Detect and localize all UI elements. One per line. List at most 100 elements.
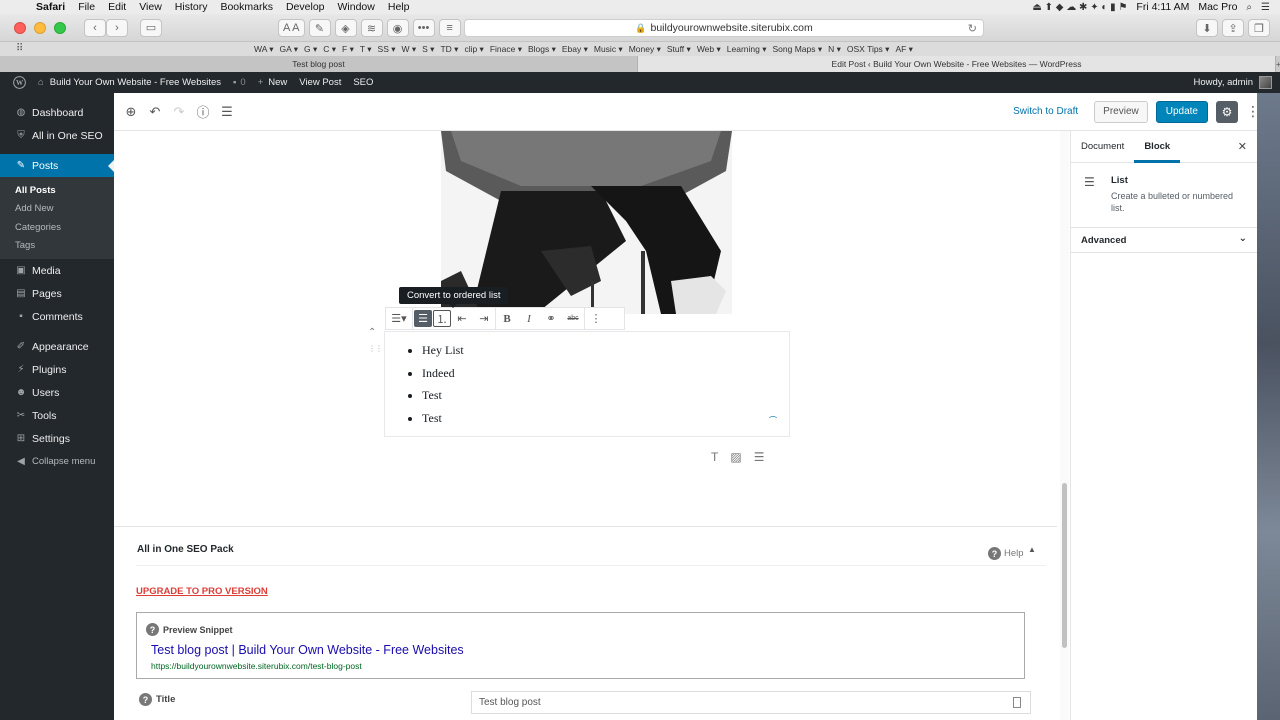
block-switcher-icon[interactable]: ☰▾: [386, 308, 412, 329]
favorite-item[interactable]: GA ▾: [280, 44, 298, 55]
sidebar-item-settings[interactable]: ⊞ Settings: [0, 427, 114, 450]
wordpress-logo-icon[interactable]: W: [8, 76, 30, 90]
admin-site-link[interactable]: ⌂ Build Your Own Website - Free Websites: [38, 77, 221, 88]
reload-icon[interactable]: ↻: [968, 22, 977, 35]
sidebar-item-dashboard[interactable]: ◍ Dashboard: [0, 101, 114, 124]
sidebar-item-collapse[interactable]: ◀ Collapse menu: [0, 450, 114, 473]
undo-icon[interactable]: ↶: [143, 100, 167, 124]
submenu-all-posts[interactable]: All Posts: [0, 181, 114, 200]
menu-edit[interactable]: Edit: [108, 1, 135, 13]
menu-window[interactable]: Window: [338, 1, 384, 13]
block-navigation-icon[interactable]: ☰: [215, 100, 239, 124]
favorite-item[interactable]: S ▾: [422, 44, 434, 55]
admin-seo[interactable]: SEO: [353, 77, 373, 88]
submenu-add-new[interactable]: Add New: [0, 200, 114, 219]
outdent-icon[interactable]: ⇤: [451, 308, 473, 329]
close-window-icon[interactable]: [14, 21, 26, 34]
drag-handle-icon[interactable]: ⋮⋮: [368, 344, 383, 353]
sidebar-item-posts[interactable]: ✎ Posts: [0, 154, 114, 177]
favorite-item[interactable]: OSX Tips ▾: [847, 44, 890, 55]
switch-to-draft-button[interactable]: Switch to Draft: [1005, 106, 1086, 117]
update-button[interactable]: Update: [1155, 100, 1208, 123]
menu-app-safari[interactable]: Safari: [36, 1, 74, 13]
preview-button[interactable]: Preview: [1094, 100, 1148, 123]
tab-document[interactable]: Document: [1071, 131, 1134, 163]
paragraph-block-icon[interactable]: T: [711, 450, 718, 464]
favorite-item[interactable]: Learning ▾: [727, 44, 767, 55]
download-icon[interactable]: ⬇: [1196, 19, 1218, 37]
add-block-icon[interactable]: ⊕: [119, 100, 143, 124]
sidebar-item-media[interactable]: ▣ Media: [0, 259, 114, 282]
strikethrough-icon[interactable]: abc: [562, 308, 584, 329]
forward-icon[interactable]: ›: [106, 18, 128, 37]
zoom-window-icon[interactable]: [54, 21, 66, 34]
submenu-tags[interactable]: Tags: [0, 237, 114, 256]
sidebar-item-pages[interactable]: ▤ Pages: [0, 282, 114, 305]
menu-view[interactable]: View: [139, 1, 171, 13]
submenu-categories[interactable]: Categories: [0, 218, 114, 237]
favorite-item[interactable]: Ebay ▾: [562, 44, 588, 55]
favorite-item[interactable]: Finace ▾: [490, 44, 522, 55]
list-item[interactable]: Test: [422, 411, 789, 434]
favorite-item[interactable]: WA ▾: [254, 44, 274, 55]
question-icon[interactable]: ?: [139, 693, 152, 706]
new-tab-icon[interactable]: +: [1276, 56, 1280, 72]
link-icon[interactable]: ⚭: [540, 308, 562, 329]
status-icons[interactable]: ⏏ ⬆ ◆ ☁ ✱ ✦ ◐ ▮ ⚑: [1032, 2, 1127, 13]
tab-edit-post[interactable]: Edit Post ‹ Build Your Own Website - Fre…: [638, 56, 1276, 72]
menu-history[interactable]: History: [175, 1, 217, 13]
pen-icon[interactable]: ✎: [308, 19, 331, 37]
favorite-item[interactable]: TD ▾: [440, 44, 458, 55]
admin-comments[interactable]: ▪ 0: [233, 77, 246, 88]
list-item[interactable]: Test: [422, 388, 789, 411]
list-item[interactable]: Indeed: [422, 366, 789, 389]
favorite-item[interactable]: Money ▾: [629, 44, 661, 55]
favorite-item[interactable]: Blogs ▾: [528, 44, 556, 55]
list-block[interactable]: Hey List Indeed Test Test ⌒: [384, 331, 790, 437]
favorite-item[interactable]: F ▾: [342, 44, 354, 55]
image-block-icon[interactable]: ▨: [730, 450, 741, 464]
reader-icon[interactable]: ≡: [438, 19, 461, 37]
block-more-options-icon[interactable]: ⋮: [585, 308, 607, 329]
unordered-list-icon[interactable]: ☰: [414, 310, 432, 327]
menu-help[interactable]: Help: [388, 1, 419, 13]
seo-help[interactable]: ? Help: [988, 547, 1024, 560]
sidebar-item-users[interactable]: ☻ Users: [0, 381, 114, 404]
more-dots-icon[interactable]: •••: [412, 19, 435, 37]
share-icon[interactable]: ⇪: [1222, 19, 1244, 37]
advanced-panel-toggle[interactable]: Advanced ⌄: [1071, 227, 1258, 253]
ordered-list-icon[interactable]: ⒈: [433, 310, 451, 327]
tab-block[interactable]: Block: [1134, 131, 1181, 163]
favorite-item[interactable]: G ▾: [304, 44, 317, 55]
move-up-icon[interactable]: ⌃: [368, 327, 376, 338]
editor-scrollbar[interactable]: [1060, 131, 1069, 720]
favorite-item[interactable]: SS ▾: [378, 44, 396, 55]
sidebar-item-tools[interactable]: ✂ Tools: [0, 404, 114, 427]
collapse-arrow-icon[interactable]: ▲: [1028, 545, 1036, 554]
menu-file[interactable]: File: [78, 1, 104, 13]
redo-icon[interactable]: ↷: [167, 100, 191, 124]
close-icon[interactable]: ✕: [1238, 140, 1247, 153]
favorite-item[interactable]: Music ▾: [594, 44, 623, 55]
scrollbar-thumb[interactable]: [1062, 483, 1067, 648]
list-block-icon[interactable]: ☰: [754, 450, 765, 464]
settings-gear-icon[interactable]: ⚙: [1216, 100, 1238, 123]
favorite-item[interactable]: C ▾: [323, 44, 336, 55]
italic-icon[interactable]: I: [518, 308, 540, 329]
favorite-item[interactable]: clip ▾: [464, 44, 483, 55]
layers-icon[interactable]: ≋: [360, 19, 383, 37]
grammarly-icon[interactable]: ◉: [386, 19, 409, 37]
sidebar-item-all-in-one-seo[interactable]: ⛨ All in One SEO: [0, 124, 114, 147]
menu-develop[interactable]: Develop: [286, 1, 334, 13]
admin-view-post[interactable]: View Post: [299, 77, 341, 88]
spotlight-icon[interactable]: ⌕: [1246, 2, 1252, 13]
back-icon[interactable]: ‹: [84, 18, 106, 37]
favorite-item[interactable]: T ▾: [360, 44, 372, 55]
question-icon[interactable]: ?: [146, 623, 159, 636]
text-size-icon[interactable]: A A: [278, 19, 305, 37]
favorite-item[interactable]: Song Maps ▾: [772, 44, 822, 55]
eraser-icon[interactable]: ◈: [334, 19, 357, 37]
notification-center-icon[interactable]: ☰: [1261, 2, 1270, 13]
menu-bookmarks[interactable]: Bookmarks: [220, 1, 282, 13]
minimize-window-icon[interactable]: [34, 21, 46, 34]
